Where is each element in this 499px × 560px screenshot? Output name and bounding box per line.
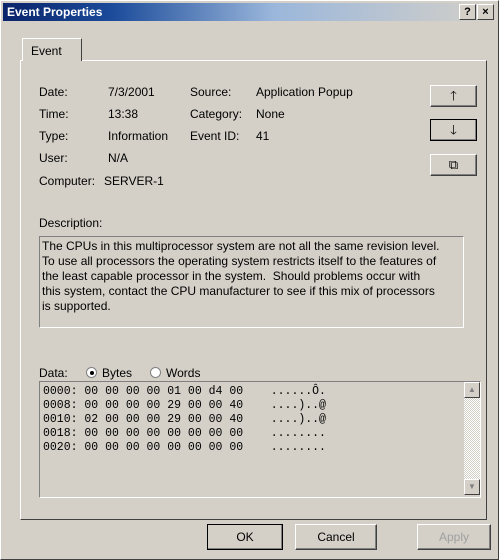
computer-label: Computer: xyxy=(39,174,96,188)
arrow-up-icon: 🡑 xyxy=(450,88,457,103)
ok-button[interactable]: OK xyxy=(207,524,283,550)
category-value: None xyxy=(256,107,285,121)
data-row: 0020: 00 00 00 00 00 00 00 00 ........ xyxy=(43,441,326,454)
tab-event-label: Event xyxy=(31,44,62,58)
user-label: User: xyxy=(39,151,68,165)
time-value: 13:38 xyxy=(108,107,139,121)
date-value: 7/3/2001 xyxy=(108,85,155,99)
category-label: Category: xyxy=(190,107,243,121)
data-label: Data: xyxy=(39,366,68,380)
apply-button[interactable]: Apply xyxy=(417,524,491,550)
description-label: Description: xyxy=(39,216,103,230)
data-hex-view[interactable]: 0000: 00 00 00 00 01 00 d4 00 ......Ô. 0… xyxy=(39,381,481,498)
computer-value: SERVER-1 xyxy=(104,174,164,188)
type-label: Type: xyxy=(39,129,69,143)
bytes-radio[interactable] xyxy=(86,367,97,378)
tab-event[interactable]: Event xyxy=(22,38,82,61)
source-label: Source: xyxy=(190,85,232,99)
data-row: 0000: 00 00 00 00 01 00 d4 00 ......Ô. xyxy=(43,385,326,398)
window-title: Event Properties xyxy=(7,5,103,19)
words-label: Words xyxy=(166,366,201,380)
data-row: 0008: 00 00 00 00 29 00 00 40 ....)..@ xyxy=(43,399,326,412)
words-radio[interactable] xyxy=(150,367,161,378)
close-button[interactable]: × xyxy=(477,4,494,20)
data-row: 0010: 02 00 00 00 29 00 00 40 ....)..@ xyxy=(43,413,326,426)
next-event-button[interactable]: 🡓 xyxy=(430,119,477,141)
arrow-down-icon: 🡓 xyxy=(450,122,457,137)
data-row: 0018: 00 00 00 00 00 00 00 00 ........ xyxy=(43,427,326,440)
scroll-up-arrow-icon[interactable]: ▲ xyxy=(464,382,480,398)
copy-button[interactable]: ⧉ xyxy=(430,154,477,176)
eventid-label: Event ID: xyxy=(190,129,240,143)
date-label: Date: xyxy=(39,85,68,99)
user-value: N/A xyxy=(108,151,129,165)
data-vertical-scrollbar[interactable]: ▲ ▼ xyxy=(464,382,480,495)
scroll-down-arrow-icon[interactable]: ▼ xyxy=(464,479,480,495)
type-value: Information xyxy=(108,129,169,143)
title-bar: Event Properties ? × xyxy=(3,3,496,21)
source-value: Application Popup xyxy=(256,85,353,99)
cancel-button[interactable]: Cancel xyxy=(295,524,377,550)
previous-event-button[interactable]: 🡑 xyxy=(430,85,477,107)
event-properties-window: Event Properties ? × Event Date: 7/3/200… xyxy=(0,0,499,560)
time-label: Time: xyxy=(39,107,69,121)
help-button[interactable]: ? xyxy=(459,4,476,20)
copy-icon: ⧉ xyxy=(448,157,459,172)
bytes-label: Bytes xyxy=(102,366,133,380)
eventid-value: 41 xyxy=(256,129,270,143)
event-tab-panel: Date: 7/3/2001 Time: 13:38 Type: Informa… xyxy=(20,60,487,520)
description-text[interactable]: The CPUs in this multiprocessor system a… xyxy=(39,236,464,328)
